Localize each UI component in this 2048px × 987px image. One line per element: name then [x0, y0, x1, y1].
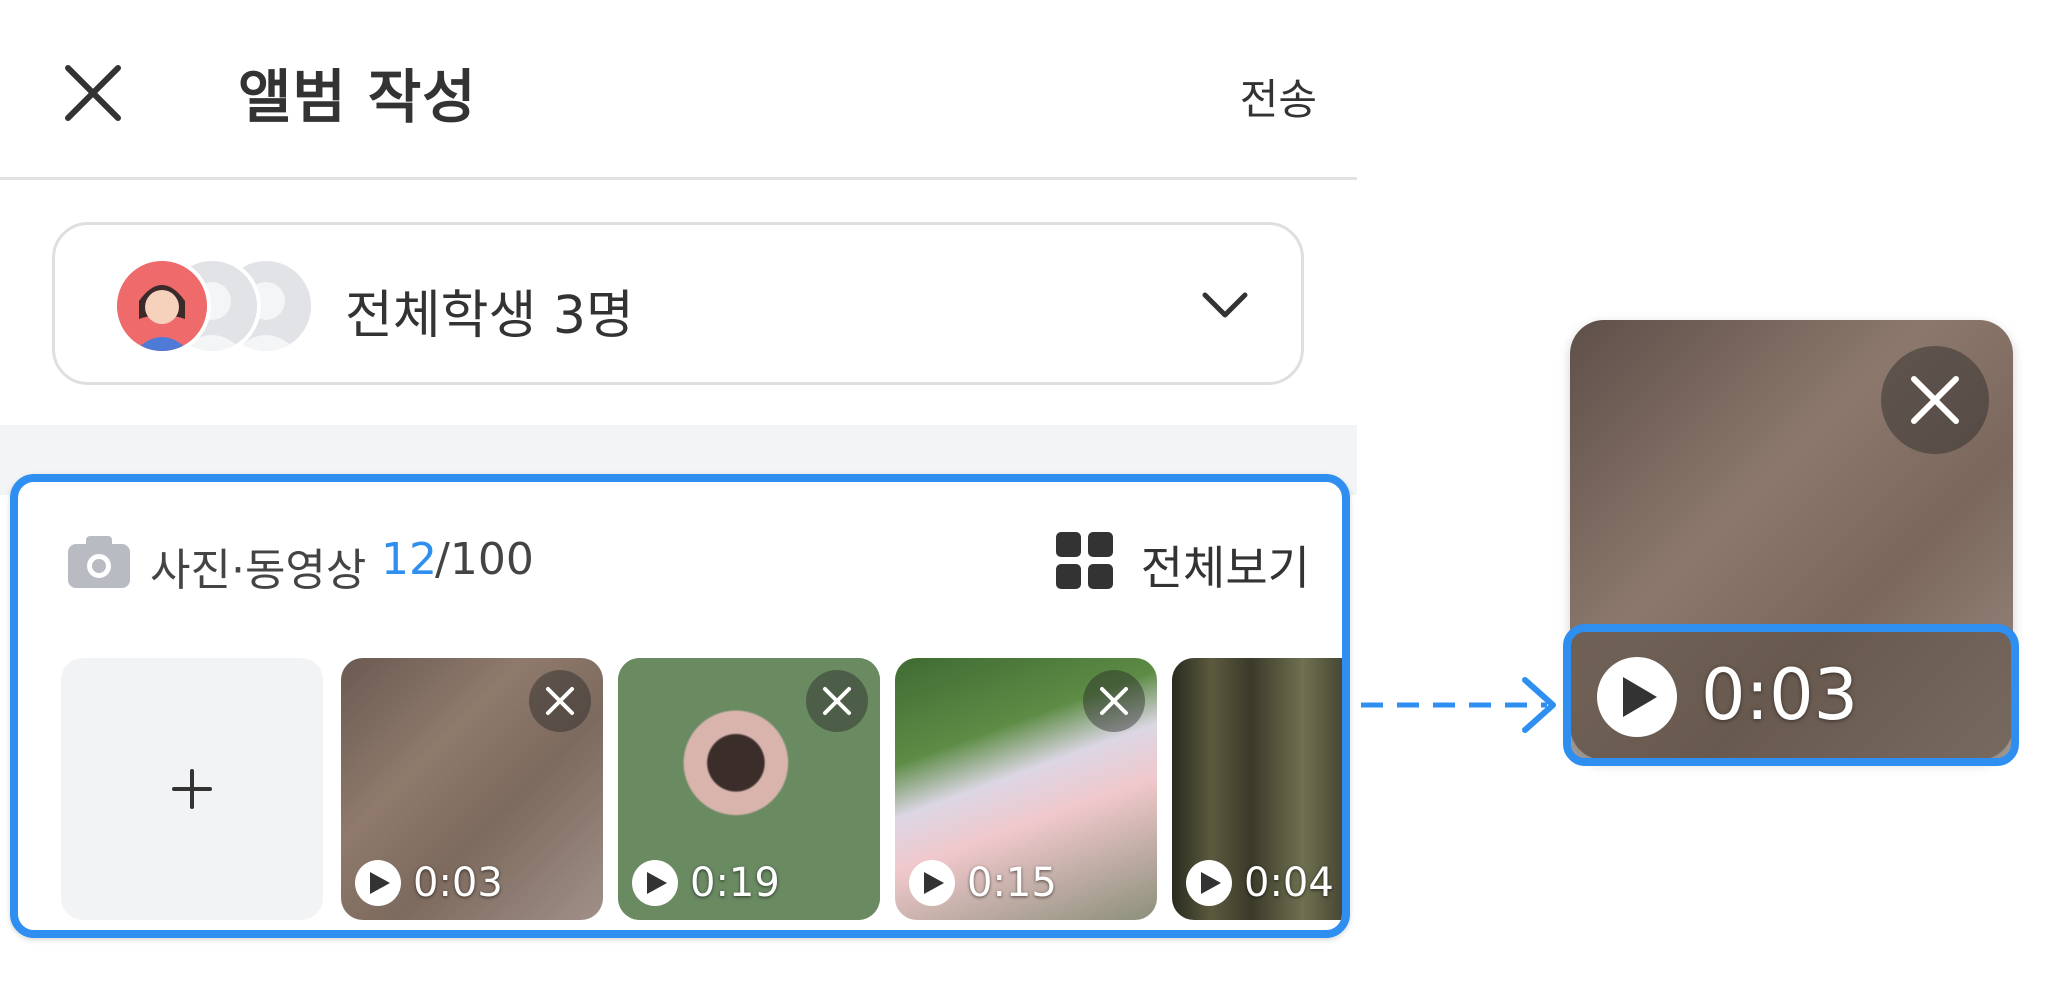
- header: 앨범 작성 전송: [0, 0, 1357, 180]
- media-thumbnail[interactable]: 0:19: [618, 658, 880, 920]
- play-icon: [355, 860, 401, 906]
- video-duration: 0:04: [1244, 860, 1334, 906]
- remove-media-button[interactable]: [529, 670, 591, 732]
- page-title: 앨범 작성: [238, 63, 477, 131]
- zoomed-duration-highlight: 0:03: [1563, 624, 2019, 766]
- send-button[interactable]: 전송: [1240, 66, 1317, 127]
- camera-icon: [68, 536, 130, 588]
- video-duration: 0:15: [967, 860, 1057, 906]
- media-thumbnail[interactable]: 0:03: [341, 658, 603, 920]
- close-icon: [546, 687, 574, 715]
- media-label: 사진·동영상: [150, 545, 367, 596]
- view-all-button[interactable]: 전체보기: [1141, 532, 1310, 598]
- grid-view-icon[interactable]: [1056, 532, 1114, 590]
- remove-media-button[interactable]: [1881, 346, 1989, 454]
- close-icon: [65, 65, 121, 121]
- video-duration: 0:03: [1701, 654, 1859, 736]
- recipient-selector[interactable]: 전체학생 3명: [52, 222, 1304, 385]
- media-count: 12: [381, 534, 437, 585]
- avatar: [113, 257, 211, 355]
- play-icon: [909, 860, 955, 906]
- connector-arrow: [1361, 677, 1556, 733]
- add-media-button[interactable]: [61, 658, 323, 920]
- close-icon: [823, 687, 851, 715]
- play-icon: [1186, 860, 1232, 906]
- close-button[interactable]: [60, 60, 126, 126]
- video-duration: 0:03: [413, 860, 503, 906]
- media-thumbnail[interactable]: 0:15: [895, 658, 1157, 920]
- play-icon: [1597, 657, 1677, 737]
- close-icon: [1911, 376, 1959, 424]
- recipient-label: 전체학생 3명: [345, 286, 634, 346]
- avatar-group: [113, 257, 323, 355]
- play-icon: [632, 860, 678, 906]
- plus-icon: [172, 769, 212, 809]
- close-icon: [1100, 687, 1128, 715]
- remove-media-button[interactable]: [806, 670, 868, 732]
- media-section: 사진·동영상 12 /100 전체보기 0:03 0:19 0:15 0:04: [10, 474, 1350, 938]
- media-thumbnail[interactable]: 0:04: [1172, 658, 1342, 920]
- chevron-down-icon: [1202, 292, 1248, 318]
- album-compose-panel: 앨범 작성 전송 전체학생 3명 사진·동영상 12 /100 전체보기 0:0…: [0, 0, 1357, 987]
- remove-media-button[interactable]: [1083, 670, 1145, 732]
- media-total: /100: [435, 534, 534, 585]
- video-duration: 0:19: [690, 860, 780, 906]
